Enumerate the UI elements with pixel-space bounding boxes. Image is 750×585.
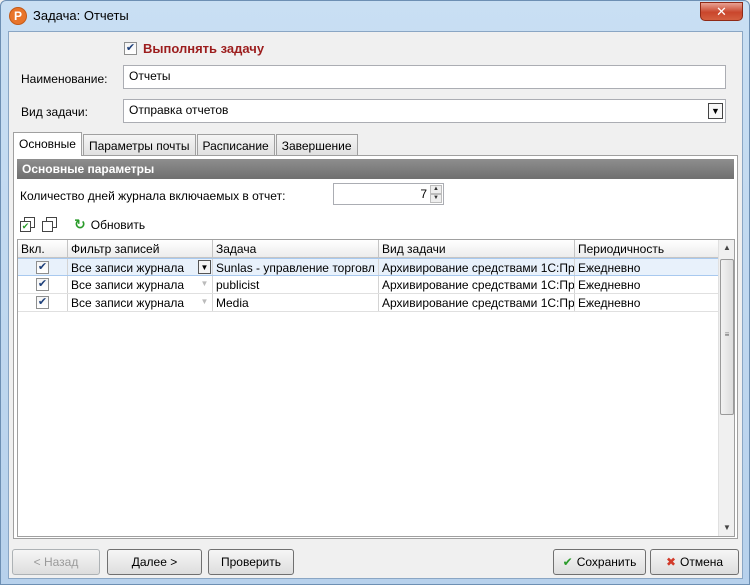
checkmark-icon: ✔ bbox=[562, 555, 573, 569]
table-row[interactable]: ✔ Все записи журнала ▼ Sunlas - управлен… bbox=[18, 258, 734, 276]
chevron-down-icon[interactable]: ▼ bbox=[198, 260, 211, 274]
check-button[interactable]: Проверить bbox=[208, 549, 294, 575]
row-filter-value: Все записи журнала bbox=[71, 278, 185, 292]
spin-up-icon[interactable]: ▲ bbox=[430, 185, 442, 194]
chevron-down-icon[interactable]: ▼ bbox=[198, 277, 211, 291]
grid-header: Вкл. Фильтр записей Задача Вид задачи Пе… bbox=[18, 240, 734, 258]
column-header-task[interactable]: Задача bbox=[213, 240, 379, 257]
cancel-label: Отмена bbox=[680, 555, 724, 569]
row-task-type: Архивирование средствами 1С:Предп bbox=[379, 276, 575, 293]
row-enabled-checkbox[interactable]: ✔ bbox=[36, 260, 49, 274]
reports-grid: Вкл. Фильтр записей Задача Вид задачи Пе… bbox=[17, 239, 735, 537]
dialog-window: Р Задача: Отчеты ✕ ✔ Выполнять задачу На… bbox=[0, 0, 750, 585]
refresh-button[interactable]: ↻ Обновить bbox=[74, 216, 145, 233]
row-task: Sunlas - управление торговл bbox=[213, 259, 379, 275]
refresh-label: Обновить bbox=[90, 217, 146, 232]
row-task-type: Архивирование средствами 1С:Предп bbox=[379, 259, 575, 275]
table-row[interactable]: ✔ Все записи журнала ▼ publicist Архивир… bbox=[18, 276, 734, 294]
tab-mail-settings[interactable]: Параметры почты bbox=[82, 134, 196, 156]
tab-panel-general: Основные параметры Количество дней журна… bbox=[13, 155, 738, 539]
name-label: Наименование: bbox=[21, 72, 108, 86]
window-title: Задача: Отчеты bbox=[33, 8, 129, 23]
row-periodicity: Ежедневно bbox=[575, 259, 720, 275]
row-filter[interactable]: Все записи журнала ▼ bbox=[68, 294, 213, 311]
row-task: Media bbox=[213, 294, 379, 311]
uncheck-all-icon[interactable] bbox=[42, 216, 58, 233]
execute-task-checkbox[interactable]: ✔ bbox=[124, 42, 137, 55]
row-periodicity: Ежедневно bbox=[575, 294, 720, 311]
row-filter[interactable]: Все записи журнала ▼ bbox=[68, 259, 213, 275]
task-type-label: Вид задачи: bbox=[21, 105, 88, 119]
row-filter[interactable]: Все записи журнала ▼ bbox=[68, 276, 213, 293]
column-header-enabled[interactable]: Вкл. bbox=[18, 240, 68, 257]
days-label: Количество дней журнала включаемых в отч… bbox=[20, 189, 286, 203]
scroll-thumb[interactable]: ≡ bbox=[720, 259, 734, 415]
tab-general[interactable]: Основные bbox=[13, 132, 82, 156]
close-icon: ✖ bbox=[665, 555, 676, 569]
tab-schedule[interactable]: Расписание bbox=[196, 134, 275, 156]
row-enabled-checkbox[interactable]: ✔ bbox=[36, 278, 49, 291]
section-header: Основные параметры bbox=[17, 159, 734, 179]
column-header-filter[interactable]: Фильтр записей bbox=[68, 240, 213, 257]
next-button[interactable]: Далее > bbox=[107, 549, 202, 575]
days-value: 7 bbox=[420, 187, 427, 201]
back-button[interactable]: < Назад bbox=[12, 549, 100, 575]
chevron-down-icon[interactable]: ▼ bbox=[708, 103, 723, 119]
execute-task-label: Выполнять задачу bbox=[143, 41, 265, 56]
dialog-body: ✔ Выполнять задачу Наименование: Отчеты … bbox=[8, 31, 743, 579]
chevron-down-icon[interactable]: ▼ bbox=[198, 295, 211, 309]
execute-task-row[interactable]: ✔ Выполнять задачу bbox=[124, 41, 264, 56]
task-type-select[interactable]: Отправка отчетов ▼ bbox=[123, 99, 726, 123]
row-filter-value: Все записи журнала bbox=[71, 261, 185, 275]
app-logo-icon: Р bbox=[9, 7, 27, 25]
cancel-button[interactable]: ✖ Отмена bbox=[650, 549, 739, 575]
title-bar: Р Задача: Отчеты ✕ bbox=[1, 1, 749, 31]
check-all-icon[interactable]: ✔ bbox=[20, 216, 36, 233]
save-label: Сохранить bbox=[576, 555, 637, 569]
scroll-up-icon[interactable]: ▲ bbox=[719, 240, 734, 256]
scroll-down-icon[interactable]: ▼ bbox=[719, 520, 734, 536]
refresh-icon: ↻ bbox=[74, 216, 86, 232]
tab-bar: Основные Параметры почты Расписание Заве… bbox=[13, 132, 359, 156]
tab-completion[interactable]: Завершение bbox=[275, 134, 358, 156]
close-button[interactable]: ✕ bbox=[700, 2, 743, 21]
row-periodicity: Ежедневно bbox=[575, 276, 720, 293]
row-filter-value: Все записи журнала bbox=[71, 296, 185, 310]
name-field[interactable]: Отчеты bbox=[123, 65, 726, 89]
grid-toolbar: ✔ ↻ Обновить bbox=[20, 216, 145, 233]
table-row[interactable]: ✔ Все записи журнала ▼ Media Архивирован… bbox=[18, 294, 734, 312]
spin-down-icon[interactable]: ▼ bbox=[430, 194, 442, 203]
days-spinner[interactable]: 7 ▲ ▼ bbox=[333, 183, 444, 205]
save-button[interactable]: ✔ Сохранить bbox=[553, 549, 646, 575]
task-type-value: Отправка отчетов bbox=[129, 103, 229, 117]
column-header-task-type[interactable]: Вид задачи bbox=[379, 240, 575, 257]
row-task-type: Архивирование средствами 1С:Предп bbox=[379, 294, 575, 311]
grid-vertical-scrollbar[interactable]: ▲ ≡ ▼ bbox=[718, 240, 734, 536]
row-task: publicist bbox=[213, 276, 379, 293]
column-header-periodicity[interactable]: Периодичность bbox=[575, 240, 720, 257]
row-enabled-checkbox[interactable]: ✔ bbox=[36, 296, 49, 309]
